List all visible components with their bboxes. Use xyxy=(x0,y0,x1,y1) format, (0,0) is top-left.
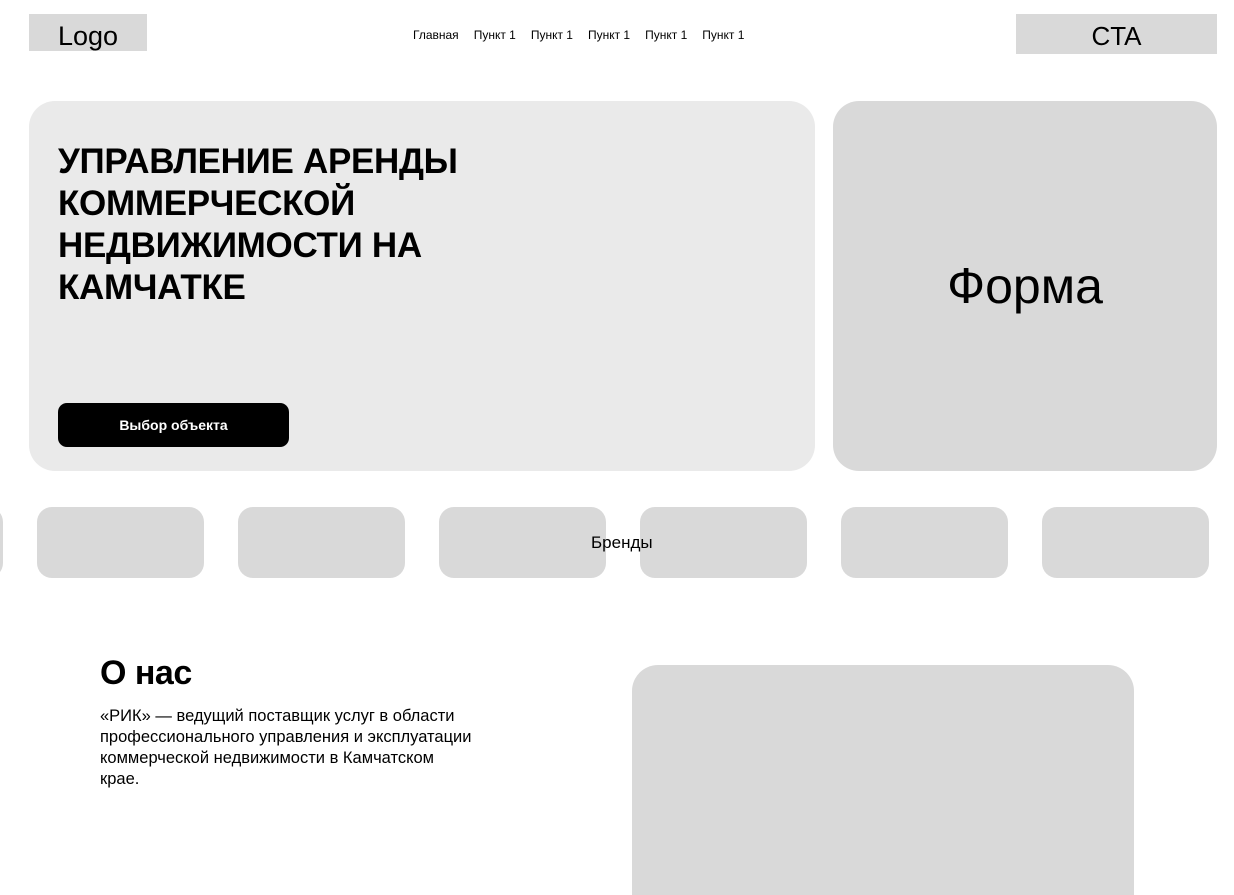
about-title: О нас xyxy=(100,654,192,692)
brand-card[interactable] xyxy=(439,507,606,578)
hero-section: УПРАВЛЕНИЕ АРЕНДЫ КОММЕРЧЕСКОЙ НЕДВИЖИМО… xyxy=(29,101,815,471)
nav-item-2[interactable]: Пункт 1 xyxy=(531,28,573,42)
brand-card[interactable] xyxy=(1042,507,1209,578)
nav-item-4[interactable]: Пункт 1 xyxy=(645,28,687,42)
main-nav: Главная Пункт 1 Пункт 1 Пункт 1 Пункт 1 … xyxy=(413,27,744,43)
about-text-line: профессионального управления и эксплуата… xyxy=(100,728,472,746)
about-text: «РИК» — ведущий поставщик услуг в област… xyxy=(100,706,520,790)
about-image-placeholder xyxy=(632,665,1134,895)
brand-card[interactable] xyxy=(841,507,1008,578)
brand-card[interactable] xyxy=(0,507,3,578)
hero-title-line: УПРАВЛЕНИЕ АРЕНДЫ xyxy=(58,142,458,181)
nav-item-home[interactable]: Главная xyxy=(413,28,459,42)
nav-item-1[interactable]: Пункт 1 xyxy=(474,28,516,42)
nav-item-3[interactable]: Пункт 1 xyxy=(588,28,630,42)
logo[interactable]: Logo xyxy=(29,14,147,51)
about-text-line: коммерческой недвижимости в Камчатском xyxy=(100,749,435,767)
brand-card[interactable] xyxy=(640,507,807,578)
form-placeholder[interactable]: Форма xyxy=(833,101,1217,471)
hero-title: УПРАВЛЕНИЕ АРЕНДЫ КОММЕРЧЕСКОЙ НЕДВИЖИМО… xyxy=(58,141,528,309)
brand-card[interactable] xyxy=(37,507,204,578)
cta-button[interactable]: CTA xyxy=(1016,14,1217,54)
nav-item-5[interactable]: Пункт 1 xyxy=(702,28,744,42)
choose-object-button[interactable]: Выбор объекта xyxy=(58,403,289,447)
landing-page: Logo Главная Пункт 1 Пункт 1 Пункт 1 Пун… xyxy=(0,0,1234,895)
brands-label: Бренды xyxy=(591,533,653,552)
about-text-line: крае. xyxy=(100,770,140,788)
hero-title-line: КОММЕРЧЕСКОЙ xyxy=(58,184,355,223)
about-text-line: «РИК» — ведущий поставщик услуг в област… xyxy=(100,707,455,725)
hero-title-line: КАМЧАТКЕ xyxy=(58,268,246,307)
form-label: Форма xyxy=(947,258,1103,314)
hero-title-line: НЕДВИЖИМОСТИ НА xyxy=(58,226,422,265)
brand-card[interactable] xyxy=(238,507,405,578)
